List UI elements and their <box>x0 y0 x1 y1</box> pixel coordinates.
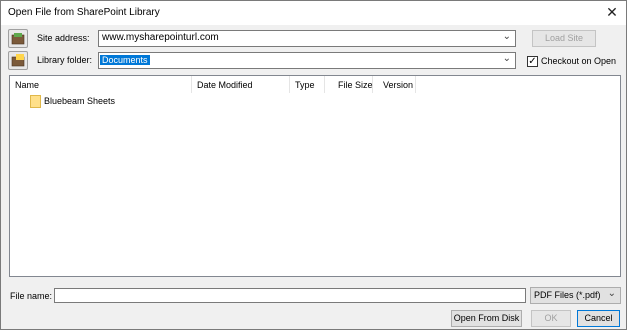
open-from-disk-button[interactable]: Open From Disk <box>451 310 522 327</box>
file-type-value: PDF Files (*.pdf) <box>534 290 601 300</box>
file-name-field[interactable] <box>54 288 526 303</box>
dialog-title: Open File from SharePoint Library <box>8 7 160 18</box>
chevron-down-icon[interactable]: ⌄ <box>503 31 511 42</box>
file-name-label: File name: <box>10 291 53 301</box>
title-bar: Open File from SharePoint Library ✕ <box>1 1 626 25</box>
library-folder-label: Library folder: <box>37 55 93 65</box>
list-item-name: Bluebeam Sheets <box>44 96 116 106</box>
close-icon[interactable]: ✕ <box>604 4 620 20</box>
site-address-value: www.mysharepointurl.com <box>102 32 219 43</box>
column-header-version[interactable]: Version <box>373 76 416 93</box>
file-type-select[interactable]: PDF Files (*.pdf) ⌄ <box>530 287 621 304</box>
chevron-down-icon[interactable]: ⌄ <box>608 288 616 299</box>
library-folder-combobox[interactable]: Documents ⌄ <box>98 52 516 69</box>
column-header-file-size[interactable]: File Size <box>325 76 373 93</box>
load-site-button[interactable]: Load Site <box>532 30 596 47</box>
checkout-on-open-label: Checkout on Open <box>541 56 617 66</box>
file-list[interactable]: Name Date Modified Type File Size Versio… <box>9 75 621 277</box>
site-address-label: Site address: <box>37 33 90 43</box>
site-address-combobox[interactable]: www.mysharepointurl.com ⌄ <box>98 30 516 47</box>
column-header-name[interactable]: Name <box>10 76 192 93</box>
checkout-on-open-checkbox[interactable]: ✓ <box>527 56 538 67</box>
cancel-button[interactable]: Cancel <box>577 310 620 327</box>
folder-icon <box>30 95 41 108</box>
column-header-type[interactable]: Type <box>290 76 325 93</box>
column-header-date-modified[interactable]: Date Modified <box>192 76 290 93</box>
library-folder-value: Documents <box>100 55 150 65</box>
ok-button[interactable]: OK <box>531 310 571 327</box>
chevron-down-icon[interactable]: ⌄ <box>503 53 511 64</box>
open-from-sharepoint-dialog: Open File from SharePoint Library ✕ Site… <box>0 0 627 330</box>
site-icon[interactable] <box>8 29 28 48</box>
library-folder-icon[interactable] <box>8 51 28 70</box>
